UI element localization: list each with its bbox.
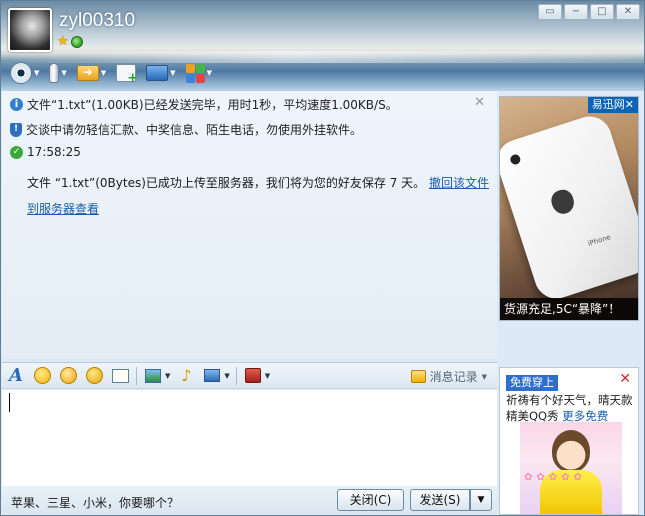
font-button[interactable]: A: [6, 365, 26, 386]
contact-name: zyl00310: [59, 10, 136, 31]
chevron-down-icon[interactable]: ▼: [482, 373, 487, 381]
vibrate-button[interactable]: [84, 366, 104, 386]
qq-show-ad[interactable]: 免费穿上 ✕ 祈祷有个好天气，晴天款精美QQ秀 更多免费 ✿✿✿✿✿: [499, 367, 639, 515]
input-toolbar: A ▼ ♪ ▼ ▼ 消息记录 ▼: [2, 362, 497, 389]
ad-caption: 货源充足,5C“暴降”！: [500, 298, 638, 320]
text-caret: [9, 393, 10, 412]
window-controls: ▭ − □ ✕: [538, 4, 640, 20]
file-sent-notice: i 文件“1.txt”(1.00KB)已经发送完毕，用时1秒，平均速度1.00K…: [10, 96, 398, 113]
music-button[interactable]: ♪: [176, 366, 196, 386]
video-camera-icon: [10, 62, 32, 84]
screenshot-button[interactable]: [202, 366, 222, 386]
screenshot-icon: [204, 369, 221, 382]
free-tag[interactable]: 免费穿上: [506, 375, 558, 391]
microphone-icon: [49, 63, 60, 83]
qzone-icon[interactable]: [70, 36, 83, 48]
send-options-dropdown[interactable]: ▼: [470, 489, 492, 511]
apps-grid-icon: [185, 63, 205, 83]
send-image-button[interactable]: [143, 366, 163, 386]
doodle-button[interactable]: [110, 366, 130, 386]
close-window-button[interactable]: ✕: [616, 4, 640, 20]
top-toolbar: ▼ ▼ ▼ ▼ ▼: [7, 61, 215, 86]
chevron-down-icon[interactable]: ▼: [224, 372, 229, 380]
message-time: 17:58:25: [27, 145, 81, 159]
chevron-down-icon[interactable]: ▼: [61, 69, 66, 77]
message-history-button[interactable]: 消息记录 ▼: [410, 368, 487, 385]
history-icon: [410, 370, 426, 383]
smile-icon: [33, 367, 51, 384]
camera-lens: [509, 153, 522, 166]
message-input[interactable]: [2, 390, 497, 486]
monitor-icon: [146, 65, 169, 81]
apple-logo-icon: [548, 187, 577, 217]
music-note-icon: ♪: [181, 366, 192, 385]
check-icon: ✓: [10, 145, 23, 159]
emoji-button[interactable]: [32, 366, 52, 386]
message-text: 文件 “1.txt”(0Bytes)已成功上传至服务器，我们将为您的好友保存 7…: [27, 176, 426, 190]
apps-button[interactable]: ▼: [183, 61, 215, 85]
chevron-down-icon[interactable]: ▼: [207, 69, 212, 77]
promo-tip-link[interactable]: 苹果、三星、小米，你要哪个？: [11, 494, 179, 511]
ad-brand-label[interactable]: 易迅网✕: [587, 97, 638, 113]
vibrate-icon: [85, 367, 103, 384]
bottom-bar: 苹果、三星、小米，你要哪个？ 关闭(C) 发送(S) ▼: [2, 486, 497, 515]
chevron-down-icon[interactable]: ▼: [165, 372, 170, 380]
video-call-button[interactable]: ▼: [7, 61, 42, 85]
qq-chat-window: zyl00310 ★ ▭ − □ ✕ ▼ ▼ ▼: [0, 0, 645, 516]
info-icon: i: [10, 98, 23, 111]
window-header: zyl00310 ★ ▭ − □ ✕ ▼ ▼ ▼: [1, 1, 644, 91]
magic-emoji-button[interactable]: [58, 366, 78, 386]
chat-history[interactable]: i 文件“1.txt”(1.00KB)已经发送完毕，用时1秒，平均速度1.00K…: [2, 91, 497, 359]
message-body: 文件 “1.txt”(0Bytes)已成功上传至服务器，我们将为您的好友保存 7…: [27, 170, 493, 222]
red-packet-button[interactable]: [243, 366, 263, 386]
remote-assist-button[interactable]: ▼: [143, 61, 178, 85]
doodle-icon: [111, 368, 129, 383]
safety-notice-text: 交谈中请勿轻信汇款、中奖信息、陌生电话，勿使用外挂软件。: [26, 123, 363, 137]
petals-decoration: ✿✿✿✿✿: [524, 472, 586, 483]
close-button[interactable]: 关闭(C): [337, 489, 404, 511]
chevron-down-icon[interactable]: ▼: [265, 372, 270, 380]
voice-call-button[interactable]: ▼: [46, 61, 69, 85]
toolbar-divider: [136, 366, 137, 385]
image-icon: [145, 368, 161, 383]
red-packet-icon: [244, 368, 261, 383]
chevron-down-icon[interactable]: ▼: [101, 69, 106, 77]
add-discussion-icon: [116, 64, 138, 86]
avatar-head: [552, 430, 590, 472]
group-chat-button[interactable]: [113, 61, 139, 86]
status-icons: ★: [57, 35, 83, 49]
iphone-ad[interactable]: iPhone 易迅网✕ 货源充足,5C“暴降”！: [499, 96, 639, 321]
chevron-down-icon[interactable]: ▼: [34, 69, 39, 77]
phone-image: iPhone: [500, 110, 638, 305]
chevron-down-icon[interactable]: ▼: [170, 69, 175, 77]
chevron-down-icon: ▼: [477, 495, 485, 505]
send-button[interactable]: 发送(S): [410, 489, 470, 511]
avatar[interactable]: [8, 8, 52, 52]
minimize-button[interactable]: −: [564, 4, 588, 20]
folder-send-icon: [76, 65, 99, 81]
magic-emoji-icon: [59, 367, 77, 384]
safety-notice: ! 交谈中请勿轻信汇款、中奖信息、陌生电话，勿使用外挂软件。: [10, 121, 362, 138]
message-header: ✓ 17:58:25: [10, 145, 81, 159]
message-history-label: 消息记录: [429, 370, 478, 384]
file-sent-notice-text: 文件“1.txt”(1.00KB)已经发送完毕，用时1秒，平均速度1.00KB/…: [27, 98, 398, 112]
shield-icon: !: [10, 122, 22, 137]
send-file-button[interactable]: ▼: [74, 61, 109, 85]
phone-label: iPhone: [586, 233, 612, 248]
font-icon: A: [9, 365, 23, 386]
more-free-link[interactable]: 更多免费: [562, 409, 608, 423]
qq-show-avatar-image[interactable]: ✿✿✿✿✿: [520, 422, 622, 514]
close-ad-icon[interactable]: ✕: [619, 371, 631, 387]
close-notice-icon[interactable]: ✕: [474, 95, 485, 110]
view-on-server-link[interactable]: 到服务器查看: [27, 202, 99, 216]
withdraw-file-link[interactable]: 撤回该文件: [429, 176, 489, 190]
toolbar-divider: [235, 366, 237, 385]
ad-text: 祈祷有个好天气，晴天款精美QQ秀 更多免费: [506, 392, 638, 424]
skin-button[interactable]: ▭: [538, 4, 562, 20]
star-icon[interactable]: ★: [57, 35, 69, 49]
maximize-button[interactable]: □: [590, 4, 614, 20]
